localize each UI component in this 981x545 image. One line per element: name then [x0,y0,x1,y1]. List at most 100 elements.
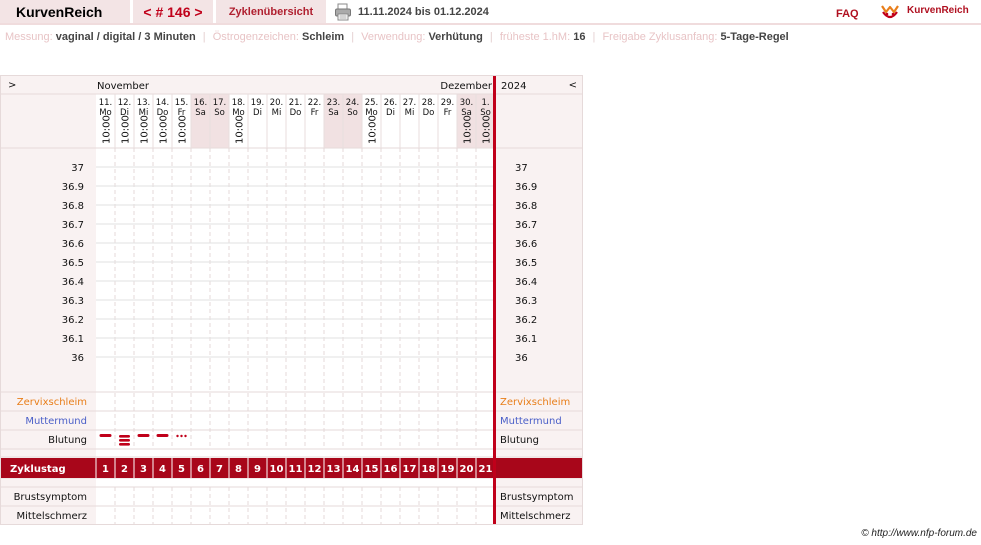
bleeding-mark-heavy[interactable] [119,435,130,438]
usage-value: Verhütung [428,31,483,43]
bleeding-label-right: Blutung [500,435,539,446]
bleeding-mark-medium[interactable] [137,434,150,437]
cycle-day-number: 17 [403,464,417,475]
temperature-label-left: 36.8 [62,201,84,212]
temperature-label-right: 36.1 [515,334,537,345]
faq-link[interactable]: FAQ [836,8,859,20]
month-label-start: November [97,81,150,92]
day-weekday: Mi [405,108,415,118]
day-date: 14. [156,98,170,108]
bleeding-mark-spotting[interactable] [184,434,187,438]
cervix-label-left: Muttermund [25,416,87,427]
day-weekday: So [347,108,358,118]
day-weekday: Di [253,108,262,118]
cycle-day-number: 2 [121,464,128,475]
temperature-label-left: 37 [71,163,84,174]
kurvenreich-logo-icon[interactable] [880,2,900,20]
measurement-time: 10:00 [368,115,379,144]
temperature-label-left: 36.5 [62,258,84,269]
day-weekday: Sa [328,108,339,118]
measurement-value: vaginal / digital / 3 Minuten [55,31,196,43]
cycle-start-release-label: Freigabe Zyklusanfang: [602,31,718,43]
cycle-start-release-value: 5-Tage-Regel [720,31,789,43]
day-date: 22. [308,98,322,108]
day-weekday: Fr [311,108,319,118]
cycle-day-number: 11 [289,464,303,475]
cycle-chart: 37 37 36.9 36.9 36.8 36.8 36.7 36.7 36.6 36.6 36.5… [0,75,583,525]
temperature-label-left: 36.9 [62,182,84,193]
day-date: 26. [384,98,398,108]
temperature-label-right: 36.5 [515,258,537,269]
day-weekday: So [214,108,225,118]
temperature-label-right: 36.7 [515,220,537,231]
day-date: 29. [441,98,455,108]
month-header-bg [96,76,495,94]
chart-scroll-prev[interactable]: > [8,80,16,91]
day-weekday: Di [386,108,395,118]
header-divider [0,23,981,25]
cycle-day-number: 18 [422,464,436,475]
cycle-day-number: 12 [308,464,322,475]
temperature-label-right: 37 [515,163,528,174]
estrogen-sign-label: Östrogenzeichen: [212,31,299,43]
temperature-label-right: 36.4 [515,277,537,288]
day-date: 18. [232,98,246,108]
separator: | [489,31,493,43]
separator: | [592,31,596,43]
chart-scroll-next[interactable]: < [569,80,577,91]
temperature-label-left: 36.7 [62,220,84,231]
temperature-label-left: 36 [71,353,84,364]
temperature-label-left: 36.1 [62,334,84,345]
cervix-label-right: Muttermund [500,416,562,427]
temperature-label-right: 36.9 [515,182,537,193]
temperature-label-left: 36.3 [62,296,84,307]
temperature-label-right: 36 [515,353,528,364]
cycle-day-number: 15 [365,464,379,475]
cycle-day-number: 16 [384,464,398,475]
breast-symptom-label-right: Brustsymptom [500,492,573,503]
estrogen-sign-value: Schleim [302,31,345,43]
measurement-time: 10:00 [121,115,132,144]
measurement-time: 10:00 [159,115,170,144]
day-date: 20. [270,98,284,108]
day-weekday: Sa [195,108,206,118]
cycle-day-number: 3 [140,464,147,475]
cycle-day-number: 9 [254,464,261,475]
usage-label: Verwendung: [361,31,426,43]
temperature-label-right: 36.3 [515,296,537,307]
bleeding-mark-spotting[interactable] [176,434,179,438]
printer-icon[interactable] [334,3,352,21]
bleeding-mark-heavy[interactable] [119,443,130,446]
mittelschmerz-label-left: Mittelschmerz [17,511,87,522]
day-date: 11. [99,98,113,108]
temperature-label-left: 36.2 [62,315,84,326]
day-date: 28. [422,98,436,108]
cervical-mucus-label-right: Zervixschleim [500,397,570,408]
earliest-hm-label: früheste 1.hM: [499,31,571,43]
measurement-time: 10:00 [463,115,474,144]
cycle-day-number: 1 [102,464,109,475]
copyright: © http://www.nfp-forum.de [861,528,977,539]
bleeding-mark-medium[interactable] [99,434,112,437]
bleeding-mark-medium[interactable] [156,434,169,437]
day-date: 23. [327,98,341,108]
temperature-label-left: 36.6 [62,239,84,250]
measurement-time: 10:00 [140,115,151,144]
brand-name[interactable]: KurvenReich [907,5,969,16]
measurement-label: Messung: [5,31,53,43]
bleeding-mark-spotting[interactable] [180,434,183,438]
cycle-settings-bar: Messung: vaginal / digital / 3 Minuten |… [5,31,789,43]
day-date: 1. [481,98,489,108]
bleeding-mark-heavy[interactable] [119,439,130,442]
cycle-overview-link[interactable]: Zyklenübersicht [216,0,326,23]
cycle-day-number: 8 [235,464,242,475]
day-weekday: Mi [272,108,282,118]
cycle-day-number: 6 [197,464,204,475]
breast-symptom-label-left: Brustsymptom [14,492,87,503]
measurement-time: 10:00 [482,115,493,144]
temperature-label-left: 36.4 [62,277,84,288]
cycle-day-number: 21 [479,464,493,475]
cervical-mucus-label-left: Zervixschleim [17,397,87,408]
day-date: 25. [365,98,379,108]
cycle-navigation[interactable]: < # 146 > [133,0,213,23]
